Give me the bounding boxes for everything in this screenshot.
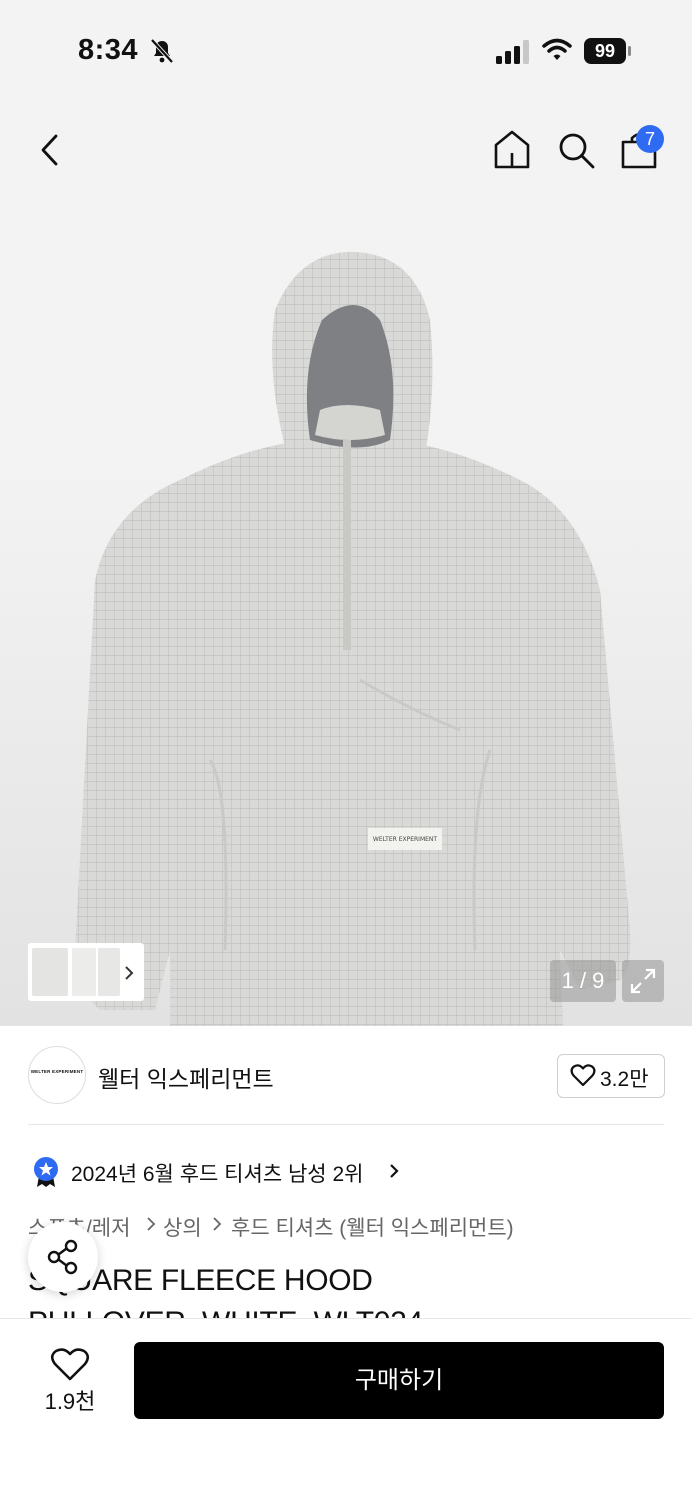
thumbnail-2[interactable] (72, 948, 96, 996)
chevron-right-icon (147, 1217, 156, 1231)
wishlist-count: 1.9천 (44, 1389, 96, 1414)
chevron-right-icon (125, 966, 134, 980)
status-time: 8:34 (78, 34, 139, 66)
product-image: WELTER EXPERIMENT (75, 251, 631, 1026)
brand-name[interactable]: 웰터 익스페리먼트 (98, 1060, 274, 1094)
expand-button[interactable] (622, 960, 664, 1002)
wifi-icon (542, 38, 572, 60)
buy-button[interactable]: 구매하기 (134, 1342, 664, 1419)
ranking-text[interactable]: 2024년 6월 후드 티셔츠 남성 2위 (71, 1158, 363, 1188)
cart-count-badge: 7 (636, 125, 664, 153)
brand-logo-text: WELTER EXPERIMENT (30, 1069, 84, 1074)
bell-slash-icon (150, 38, 174, 64)
back-icon[interactable] (36, 132, 66, 168)
breadcrumb-item-tops[interactable]: 상의 (163, 1212, 202, 1242)
home-icon[interactable] (492, 128, 532, 170)
brand-like-count: 3.2만 (600, 1068, 649, 1091)
ranking-badge-icon (34, 1157, 58, 1187)
signal-icon (496, 40, 529, 64)
breadcrumb-item-hoodies[interactable]: 후드 티셔츠 (웰터 익스페리먼트) (231, 1212, 514, 1242)
svg-text:WELTER EXPERIMENT: WELTER EXPERIMENT (373, 836, 437, 843)
share-button[interactable] (28, 1222, 98, 1292)
heart-icon (570, 1064, 596, 1087)
chevron-right-icon (213, 1217, 222, 1231)
brand-logo[interactable]: WELTER EXPERIMENT (28, 1046, 86, 1104)
battery-icon: 99 (584, 38, 631, 64)
search-icon[interactable] (556, 130, 596, 170)
expand-icon (630, 968, 656, 994)
battery-level: 99 (584, 38, 626, 64)
chevron-right-icon (390, 1164, 399, 1178)
product-image-gallery[interactable]: WELTER EXPERIMENT (0, 100, 692, 1026)
thumbnail-1[interactable] (32, 948, 68, 996)
wishlist-heart-icon[interactable] (50, 1348, 90, 1382)
image-counter: 1 / 9 (550, 960, 616, 1002)
divider (28, 1124, 664, 1125)
gallery-thumbnail-strip[interactable] (28, 943, 144, 1001)
share-icon (47, 1239, 78, 1275)
thumbnail-3[interactable] (98, 948, 120, 996)
